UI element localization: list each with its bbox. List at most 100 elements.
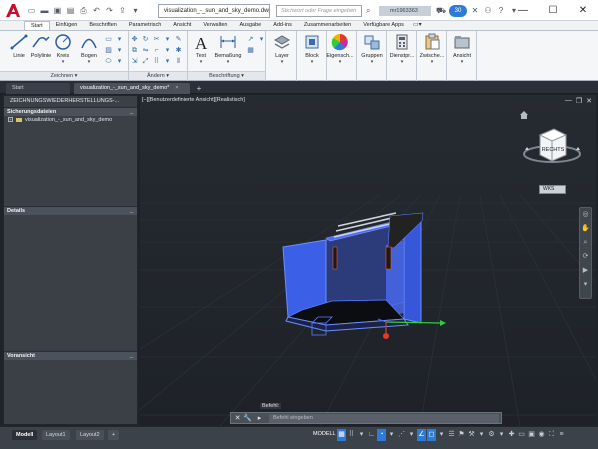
trim-icon[interactable]: ✂	[152, 35, 161, 44]
clipboard-button[interactable]: Zwische... ▾	[417, 33, 447, 69]
annotation-panel-label[interactable]: Beschriftung ▾	[188, 71, 265, 80]
isolate-objects-icon[interactable]: ◉	[537, 429, 546, 441]
ellipse-dropdown-icon[interactable]: ▾	[115, 57, 124, 66]
tab-layout1[interactable]: Layout1	[42, 430, 70, 440]
backup-files-header[interactable]: Sicherungsdateien _	[4, 107, 137, 116]
workspace-dropdown-icon[interactable]: ▾	[497, 429, 506, 441]
command-customize-icon[interactable]: 🔧	[243, 414, 252, 423]
lineweight-icon[interactable]: ☰	[447, 429, 456, 441]
tab-model[interactable]: Modell	[12, 430, 38, 440]
ortho-icon[interactable]: ∟	[367, 429, 376, 441]
table-icon[interactable]: ▦	[246, 46, 255, 55]
offset-icon[interactable]: ⫴	[174, 57, 183, 66]
notification-badge[interactable]: 30	[449, 4, 467, 17]
command-close-icon[interactable]: ✕	[233, 414, 242, 423]
explode-icon[interactable]: ✱	[174, 46, 183, 55]
properties-button[interactable]: Eigensch... ▾	[325, 33, 355, 69]
save-icon[interactable]: ▣	[52, 4, 63, 17]
tab-insert[interactable]: Einfügen	[50, 21, 84, 30]
draw-panel-label[interactable]: Zeichnen ▾	[0, 71, 128, 80]
tab-output[interactable]: Ausgabe	[233, 21, 267, 30]
a360-icon[interactable]: ⚇	[483, 5, 493, 17]
isodraft-dropdown-icon[interactable]: ▾	[407, 429, 416, 441]
plot-icon[interactable]: ⎙	[78, 4, 89, 17]
drawing-viewport[interactable]: RECHTS [−][Benutzerdefinierte Ansicht][R…	[140, 95, 596, 426]
isodraft-icon[interactable]: ⋰	[397, 429, 406, 441]
trim-dropdown-icon[interactable]: ▾	[163, 35, 172, 44]
redo-icon[interactable]: ↷	[104, 4, 115, 17]
tab-drawing[interactable]: visualization_-_sun_and_sky_demo* ×	[74, 83, 190, 94]
grid-icon[interactable]: ▦	[337, 429, 346, 441]
clean-screen-icon[interactable]: ⛶	[547, 429, 556, 441]
dimension-dropdown-icon[interactable]: ▾	[212, 60, 244, 65]
array-icon[interactable]: ⠿	[152, 57, 161, 66]
user-account[interactable]: mr1963363	[379, 6, 431, 16]
workspace-gear-icon[interactable]: ⚙	[487, 429, 496, 441]
scale-dropdown-icon[interactable]: ▾	[477, 429, 486, 441]
dimension-button[interactable]: Bemaßung ▾	[212, 33, 244, 69]
add-layout-icon[interactable]: +	[108, 430, 120, 440]
orbit-icon[interactable]: ⟳	[580, 250, 591, 264]
units-icon[interactable]: ▭	[517, 429, 526, 441]
zoom-icon[interactable]: ⌕	[580, 236, 591, 250]
text-dropdown-icon[interactable]: ▾	[190, 60, 212, 65]
groups-button[interactable]: Gruppen ▾	[357, 33, 387, 69]
expand-icon[interactable]: +	[8, 117, 13, 123]
snap-icon[interactable]: ⠿	[347, 429, 356, 441]
new-file-icon[interactable]: ▭	[26, 4, 37, 17]
tab-parametric[interactable]: Parametrisch	[123, 21, 167, 30]
fillet-dropdown-icon[interactable]: ▾	[163, 46, 172, 55]
undo-icon[interactable]: ↶	[91, 4, 102, 17]
minimize-icon[interactable]: —	[508, 0, 538, 21]
model-canvas[interactable]: RECHTS	[140, 95, 596, 426]
wcs-menu[interactable]: WKS	[539, 185, 566, 194]
details-header[interactable]: Details _	[4, 206, 137, 215]
polar-icon[interactable]: ◔	[377, 429, 386, 441]
utilities-button[interactable]: Dienstpr... ▾	[387, 33, 417, 69]
erase-icon[interactable]: ✎	[174, 35, 183, 44]
maximize-icon[interactable]: ☐	[538, 0, 568, 21]
collapse-icon[interactable]: _	[130, 207, 133, 216]
array-dropdown-icon[interactable]: ▾	[163, 57, 172, 66]
layer-button[interactable]: Layer ▾	[267, 33, 297, 69]
ribbon-toggle-icon[interactable]: ▭▾	[410, 21, 425, 30]
rectangle-icon[interactable]: ▭	[104, 35, 113, 44]
navbar-menu-icon[interactable]: ▾	[580, 278, 591, 292]
object-snap-tracking-icon[interactable]: ∠	[417, 429, 426, 441]
application-menu-button[interactable]	[3, 2, 23, 19]
hatch-icon[interactable]: ▨	[104, 46, 113, 55]
close-icon[interactable]: ✕	[568, 0, 598, 21]
tab-manage[interactable]: Verwalten	[197, 21, 233, 30]
object-snap-dropdown-icon[interactable]: ▾	[437, 429, 446, 441]
modify-panel-label[interactable]: Ändern ▾	[129, 71, 187, 80]
view-button[interactable]: Ansicht ▾	[447, 33, 477, 69]
help-icon[interactable]: ?	[496, 5, 506, 17]
tab-apps[interactable]: Verfügbare Apps	[357, 21, 410, 30]
collapse-icon[interactable]: _	[130, 352, 133, 361]
leader-icon[interactable]: ↗	[246, 35, 255, 44]
save-as-icon[interactable]: ▤	[65, 4, 76, 17]
share-icon[interactable]: ⇪	[117, 4, 128, 17]
object-snap-icon[interactable]: ◻	[427, 429, 436, 441]
text-button[interactable]: A Text ▾	[190, 33, 212, 69]
polar-dropdown-icon[interactable]: ▾	[387, 429, 396, 441]
cart-icon[interactable]: ⛟	[436, 5, 446, 17]
rotate-icon[interactable]: ↻	[141, 35, 150, 44]
command-recent-icon[interactable]: ▸	[255, 414, 264, 423]
mirror-icon[interactable]: ⇋	[141, 46, 150, 55]
stretch-icon[interactable]: ⇲	[130, 57, 139, 66]
tab-start[interactable]: Start	[24, 21, 50, 30]
viewport-restore-icon[interactable]: ❐	[576, 97, 582, 105]
annotation-monitor-icon[interactable]: ✚	[507, 429, 516, 441]
open-folder-icon[interactable]: ▬	[39, 4, 50, 17]
preview-header[interactable]: Voransicht _	[4, 351, 137, 360]
customization-icon[interactable]: ≡	[557, 429, 566, 441]
tab-annotate[interactable]: Beschriften	[83, 21, 123, 30]
close-tab-icon[interactable]: ×	[175, 85, 178, 91]
backup-tree-item[interactable]: + visualization_-_sun_and_sky_demo	[4, 116, 137, 125]
tab-addins[interactable]: Add-ins	[267, 21, 298, 30]
tab-layout2[interactable]: Layout2	[76, 430, 104, 440]
viewport-minimize-icon[interactable]: —	[565, 97, 572, 105]
tab-start-page[interactable]: Start	[6, 83, 70, 94]
hardware-acceleration-icon[interactable]: ▣	[527, 429, 536, 441]
